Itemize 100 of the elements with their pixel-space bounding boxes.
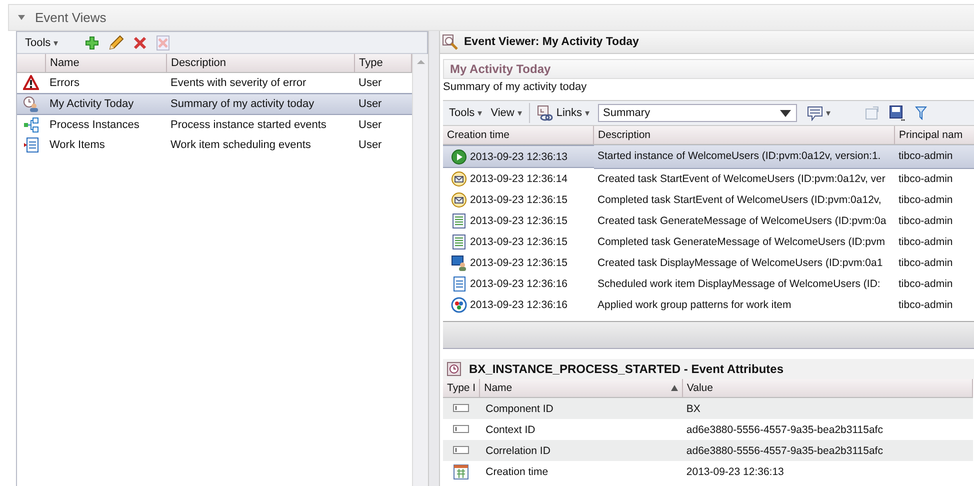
scroll-icon bbox=[451, 234, 467, 250]
table-cell: 2013-09-23 12:36:15 bbox=[470, 215, 568, 227]
view-row[interactable]: My Activity Today Summary of my activity today User bbox=[17, 94, 412, 114]
view-row[interactable]: Errors Events with severity of error User bbox=[17, 72, 412, 94]
table-cell: tibco-admin bbox=[894, 144, 974, 168]
scrollbar[interactable] bbox=[443, 322, 974, 349]
list-icon bbox=[451, 276, 467, 292]
table-cell: 2013-09-23 12:36:16 bbox=[470, 299, 568, 311]
event-row[interactable]: 2013-09-23 12:36:15 Created task GenerateMessage of WelcomeUsers (ID:pvm:0a tibco-admin bbox=[443, 210, 974, 232]
table-cell-text: tibco-admin bbox=[898, 235, 954, 250]
table-cell-text: Scheduled work item DisplayMessage of WelcomeUsers (ID: bbox=[596, 277, 882, 292]
magnifier-icon bbox=[442, 34, 458, 50]
table-cell-text: tibco-admin bbox=[898, 277, 954, 292]
envelope-icon bbox=[451, 192, 467, 208]
column-header[interactable]: Name bbox=[484, 382, 512, 394]
section-title: Event Views bbox=[35, 10, 106, 25]
table-cell: ad6e3880-5556-4557-9a35-bea2b3115afc bbox=[682, 419, 972, 440]
collapse-icon[interactable] bbox=[17, 13, 26, 22]
splitter-handle[interactable] bbox=[428, 31, 440, 486]
table-cell: Errors bbox=[46, 72, 166, 94]
table-cell: Process instance started events bbox=[166, 114, 354, 135]
table-cell: Component ID bbox=[480, 398, 682, 419]
view-summary: Summary of my activity today bbox=[442, 80, 588, 95]
delete-icon[interactable] bbox=[132, 36, 147, 50]
table-cell: User bbox=[354, 72, 412, 94]
event-row[interactable]: 2013-09-23 12:36:15 Completed task GenerateMessage of WelcomeUsers (ID:pvm tibco-admin bbox=[443, 232, 974, 252]
flowchart-icon bbox=[23, 117, 40, 133]
table-cell-text: Completed task GenerateMessage of WelcomeUsers (ID:pvm bbox=[596, 235, 886, 250]
view-menu[interactable]: View ▾ bbox=[486, 103, 526, 123]
save-icon[interactable] bbox=[889, 105, 906, 121]
event-row[interactable]: 2013-09-23 12:36:15 Completed task StartEvent of WelcomeUsers (ID:pvm:0a12v, tibco-admin bbox=[443, 190, 974, 210]
table-cell: tibco-admin bbox=[894, 168, 974, 190]
tools-menu[interactable]: Tools ▾ bbox=[21, 32, 63, 52]
event-row[interactable]: 2013-09-23 12:36:16 Applied work group patterns for work item tibco-admin bbox=[443, 294, 974, 316]
view-name: My Activity Today bbox=[450, 62, 551, 76]
sort-ascending-icon[interactable] bbox=[670, 385, 678, 391]
table-cell-text: Created task DisplayMessage of WelcomeUsers (ID:pvm:0a1 bbox=[596, 256, 884, 271]
table-cell-text: Work item scheduling events bbox=[170, 138, 312, 153]
table-cell-text: User bbox=[358, 138, 383, 153]
table-cell: ad6e3880-5556-4557-9a35-bea2b3115afc bbox=[682, 440, 972, 461]
table-cell: 2013-09-23 12:36:15 bbox=[470, 194, 568, 206]
table-cell-text: tibco-admin bbox=[898, 298, 954, 313]
table-cell-text: Completed task StartEvent of WelcomeUsers (ID:pvm:0a12v, bbox=[596, 193, 882, 208]
clock-icon bbox=[447, 362, 461, 376]
checklist-icon bbox=[23, 137, 40, 153]
table-cell: User bbox=[354, 94, 412, 114]
clock-user-icon bbox=[23, 96, 40, 112]
column-header[interactable]: Creation time bbox=[443, 126, 594, 144]
add-icon[interactable] bbox=[84, 36, 99, 50]
filter-dropdown[interactable]: Summary bbox=[598, 104, 798, 122]
event-row[interactable]: 2013-09-23 12:36:15 Created task DisplayMessage of WelcomeUsers (ID:pvm:0a1 tibco-admin bbox=[443, 252, 974, 274]
table-cell: Process Instances bbox=[46, 114, 166, 135]
viewer-title: Event Viewer: My Activity Today bbox=[464, 36, 639, 48]
envelope-icon bbox=[451, 170, 467, 186]
attributes-title: BX_INSTANCE_PROCESS_STARTED - Event Attributes bbox=[469, 362, 784, 376]
view-row[interactable]: Process Instances Process instance started events User bbox=[17, 114, 412, 135]
scrollbar[interactable] bbox=[412, 54, 428, 486]
comment-menu[interactable]: ▾ bbox=[803, 103, 836, 123]
column-header[interactable]: Principal nam bbox=[894, 126, 974, 144]
dropdown-arrow-icon[interactable] bbox=[780, 110, 792, 116]
table-cell: Correlation ID bbox=[480, 440, 682, 461]
calendar-icon bbox=[453, 464, 470, 480]
dots-icon bbox=[451, 297, 467, 313]
view-row[interactable]: Work Items Work item scheduling events User bbox=[17, 135, 412, 155]
table-cell: 2013-09-23 12:36:16 bbox=[470, 278, 568, 290]
monitor-user-icon bbox=[451, 255, 467, 271]
links-menu[interactable]: Links ▾ bbox=[533, 103, 594, 123]
pencil-icon[interactable] bbox=[108, 34, 124, 50]
table-cell: Summary of my activity today bbox=[166, 94, 354, 114]
table-cell-text: Created task GenerateMessage of WelcomeUsers (ID:pvm:0a bbox=[596, 214, 888, 229]
table-cell: My Activity Today bbox=[46, 94, 166, 114]
table-cell: Events with severity of error bbox=[166, 72, 354, 94]
play-icon bbox=[451, 148, 467, 164]
table-cell: Started instance of WelcomeUsers (ID:pvm:0a12v, version:1. bbox=[594, 144, 894, 168]
table-cell: BX bbox=[682, 398, 972, 419]
table-cell-text: tibco-admin bbox=[898, 214, 954, 229]
tools-menu[interactable]: Tools ▾ bbox=[445, 103, 487, 123]
table-cell: Context ID bbox=[480, 419, 682, 440]
column-header[interactable]: Type bbox=[354, 54, 412, 72]
table-cell-text: tibco-admin bbox=[898, 256, 954, 271]
event-row[interactable]: 2013-09-23 12:36:13 Started instance of WelcomeUsers (ID:pvm:0a12v, version:1. tibco-admin bbox=[443, 144, 974, 168]
table-cell: Created task StartEvent of WelcomeUsers (ID:pvm:0a12v, ver bbox=[594, 168, 894, 190]
table-cell: 2013-09-23 12:36:15 bbox=[470, 257, 568, 269]
event-row[interactable]: 2013-09-23 12:36:16 Scheduled work item DisplayMessage of WelcomeUsers (ID: tibco-admin bbox=[443, 274, 974, 294]
column-header[interactable]: Description bbox=[166, 54, 354, 72]
column-header[interactable]: Value bbox=[682, 379, 972, 398]
filter-icon[interactable] bbox=[915, 106, 928, 120]
warning-icon bbox=[23, 75, 40, 91]
scroll-icon bbox=[451, 213, 467, 229]
table-cell: 2013-09-23 12:36:15 bbox=[470, 236, 568, 248]
event-row[interactable]: 2013-09-23 12:36:14 Created task StartEvent of WelcomeUsers (ID:pvm:0a12v, ver tibco-admin bbox=[443, 168, 974, 190]
column-header[interactable]: Description bbox=[594, 126, 894, 144]
table-cell: 2013-09-23 12:36:13 bbox=[470, 150, 568, 162]
table-cell-text: Applied work group patterns for work item bbox=[596, 298, 792, 313]
table-cell: User bbox=[354, 114, 412, 135]
table-cell-text: tibco-admin bbox=[898, 193, 954, 208]
table-cell: 2013-09-23 12:36:14 bbox=[470, 172, 568, 184]
column-header[interactable]: Name bbox=[46, 54, 166, 72]
column-header[interactable]: Type I bbox=[443, 379, 480, 398]
section-header[interactable]: Event Views bbox=[8, 4, 974, 31]
